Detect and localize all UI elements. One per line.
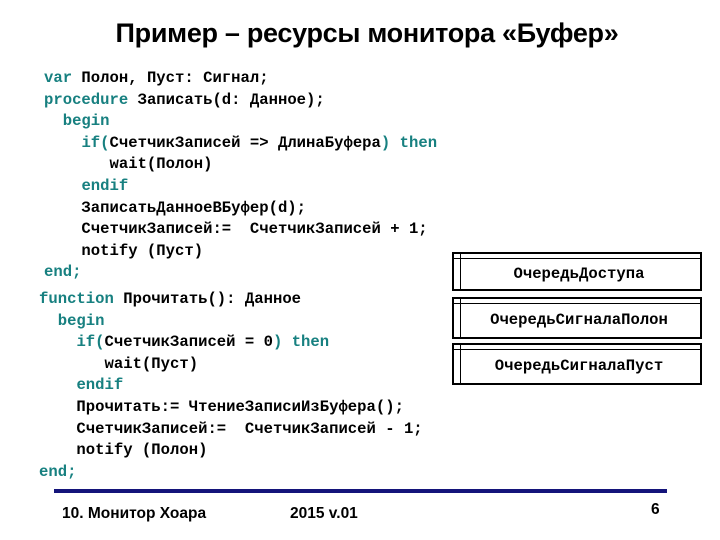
code-line: begin [44,111,437,133]
code-text: Записать(d: Данное); [128,90,325,109]
code-line: endif [44,176,437,198]
code-keyword: ) [380,133,391,152]
code-line: begin [39,311,423,333]
code-text: СчетчикЗаписей = 0 [104,333,273,352]
code-text: Прочитать(): Данное [113,290,302,308]
code-line: wait(Пуст) [39,354,423,376]
code-line: procedure Записать(d: Данное); [44,90,437,112]
queue-label: ОчередьДоступа [513,264,645,283]
code-text: notify (Пуст) [44,241,204,260]
code-keyword: end; [44,263,82,282]
code-line: endif [39,375,423,397]
code-text: Прочитать:= ЧтениеЗаписиИзБуфера(); [39,397,404,416]
code-line: end; [44,262,437,284]
code-text: СчетчикЗаписей => ДлинаБуфера [109,133,381,152]
footer-version: 2015 v.01 [290,505,358,522]
code-keyword: if( [76,333,105,352]
code-line: notify (Полон) [39,440,423,462]
code-keyword: endif [81,176,129,195]
code-keyword: var [44,69,73,87]
code-keyword: procedure [44,90,129,109]
code-text: СчетчикЗаписей:= СчетчикЗаписей - 1; [39,419,423,438]
code-keyword: end; [39,462,77,481]
code-keyword: begin [62,112,110,131]
code-text: СчетчикЗаписей:= СчетчикЗаписей + 1; [44,220,428,239]
code-keyword: begin [57,311,105,330]
code-line: var Полон, Пуст: Сигнал; [44,68,437,90]
code-line: function Прочитать(): Данное [39,289,423,311]
code-line: Прочитать:= ЧтениеЗаписиИзБуфера(); [39,397,423,419]
code-keyword: then [399,133,438,152]
queue-box-signal-empty: ОчередьСигналаПуст [452,343,702,385]
code-text: notify (Полон) [39,441,208,460]
code-line: if(СчетчикЗаписей = 0) then [39,332,423,354]
footer-page-number: 6 [651,501,660,518]
code-keyword: ) [272,333,283,352]
code-text: ЗаписатьДанноеВБуфер(d); [44,198,307,217]
code-text: wait(Пуст) [39,354,199,373]
code-line: notify (Пуст) [44,241,437,263]
code-block-write-procedure: var Полон, Пуст: Сигнал; procedure Записа… [44,68,437,284]
code-keyword: function [39,290,114,308]
footer-divider [54,489,667,493]
code-block-read-function: function Прочитать(): Данное begin if(Сч… [39,289,423,483]
code-keyword: endif [76,376,124,395]
code-text: wait(Полон) [44,155,213,174]
code-keyword: then [291,333,330,352]
queue-box-access: ОчередьДоступа [452,252,702,291]
code-keyword: if( [81,133,110,152]
footer-section-title: 10. Монитор Хоара [62,505,207,522]
code-line: СчетчикЗаписей:= СчетчикЗаписей + 1; [44,219,437,241]
code-line: СчетчикЗаписей:= СчетчикЗаписей - 1; [39,419,423,441]
code-line: wait(Полон) [44,154,437,176]
code-line: end; [39,462,423,484]
code-line: ЗаписатьДанноеВБуфер(d); [44,198,437,220]
code-text: Полон, Пуст: Сигнал; [72,69,269,87]
queue-label: ОчередьСигналаПолон [490,311,668,329]
queue-box-signal-full: ОчередьСигналаПолон [452,297,702,339]
code-line: if(СчетчикЗаписей => ДлинаБуфера) then [44,133,437,155]
queue-label: ОчередьСигналаПуст [494,357,664,375]
slide-title: Пример – ресурсы монитора «Буфер» [115,18,619,48]
